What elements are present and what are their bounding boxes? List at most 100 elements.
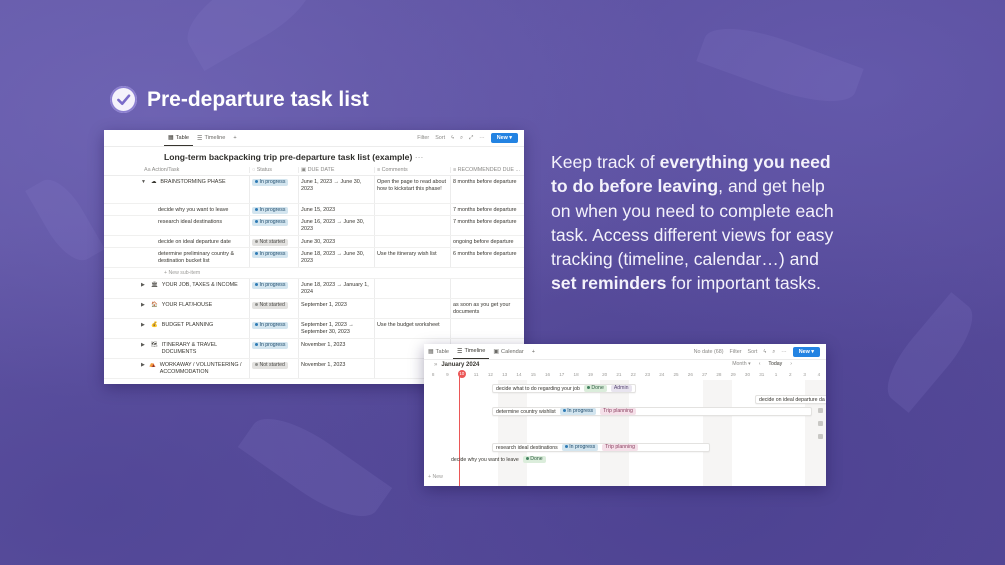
recommended-due[interactable]: 7 months before departure [450, 204, 520, 215]
status-badge[interactable]: In progress [252, 322, 289, 329]
offscreen-indicator-icon[interactable] [818, 421, 823, 426]
status-badge[interactable]: In progress [252, 251, 289, 258]
due-date[interactable]: June 18, 2023 → January 1, 2024 [298, 279, 374, 298]
status-badge[interactable]: In progress [252, 219, 289, 226]
tab-calendar[interactable]: ▣ Calendar [489, 344, 527, 359]
status-badge[interactable]: In progress [252, 342, 289, 349]
comment[interactable] [374, 279, 450, 298]
column-header[interactable]: ▣ DUE DATE [298, 167, 374, 173]
prev-icon[interactable]: ‹ [759, 361, 761, 367]
table-row[interactable]: ▶ 🏛 YOUR JOB, TAXES & INCOME In progress J… [104, 279, 524, 299]
due-date[interactable]: November 1, 2023 [298, 339, 374, 358]
status-badge[interactable]: Not started [252, 302, 288, 309]
due-date[interactable]: June 18, 2023 → June 30, 2023 [298, 248, 374, 267]
table-row[interactable]: ▼ ☁ BRAINSTORMING PHASE In progress June 1… [104, 176, 524, 204]
status-badge[interactable]: In progress [252, 282, 289, 289]
table-row[interactable]: determine preliminary country & destinat… [104, 248, 524, 268]
due-date[interactable]: June 16, 2023 → June 30, 2023 [298, 216, 374, 235]
recommended-due[interactable] [450, 279, 520, 298]
due-date[interactable]: September 1, 2023 → September 30, 2023 [298, 319, 374, 338]
scale-select[interactable]: Month ▾ [732, 361, 750, 367]
next-icon[interactable]: › [790, 361, 792, 367]
add-view-button[interactable]: + [528, 344, 539, 359]
due-date[interactable]: June 30, 2023 [298, 236, 374, 247]
recommended-due[interactable]: 6 months before departure [450, 248, 520, 267]
sort-button[interactable]: Sort [435, 135, 445, 141]
comment[interactable] [374, 299, 450, 318]
tab-table[interactable]: ▦ Table [424, 344, 453, 359]
task-name[interactable]: WORKAWAY / VOLUNTEERING / ACCOMMODATION [160, 362, 249, 378]
expand-arrow-icon[interactable]: ▶ [141, 322, 147, 338]
add-view-button[interactable]: + [229, 130, 240, 146]
timeline-bar[interactable]: decide why you want to leave Done [448, 455, 549, 464]
expand-arrow-icon[interactable]: ▼ [141, 179, 147, 203]
more-icon[interactable]: ··· [479, 135, 484, 141]
task-name[interactable]: BRAINSTORMING PHASE [160, 179, 225, 203]
table-row[interactable]: research ideal destinations In progress … [104, 216, 524, 236]
task-name[interactable]: research ideal destinations [158, 219, 222, 235]
expand-arrow-icon[interactable]: ▶ [141, 342, 147, 358]
more-icon[interactable]: ··· [415, 152, 424, 162]
due-date[interactable]: June 15, 2023 [298, 204, 374, 215]
tab-timeline[interactable]: ☰ Timeline [453, 344, 490, 359]
new-item-button[interactable]: + New [428, 474, 443, 480]
task-name[interactable]: decide on ideal departure date [158, 239, 231, 247]
status-badge[interactable]: Not started [252, 239, 288, 246]
table-row[interactable]: ▶ 🏠 YOUR FLAT/HOUSE Not started September … [104, 299, 524, 319]
recommended-due[interactable]: 7 months before departure [450, 216, 520, 235]
more-icon[interactable]: ··· [781, 349, 786, 355]
status-badge[interactable]: In progress [252, 207, 289, 214]
offscreen-indicator-icon[interactable] [818, 408, 823, 413]
filter-button[interactable]: Filter [417, 135, 429, 141]
column-header[interactable]: ≡ Comments [374, 167, 450, 173]
lightning-icon[interactable]: ϟ [451, 135, 454, 141]
task-name[interactable]: YOUR JOB, TAXES & INCOME [162, 282, 238, 298]
lightning-icon[interactable]: ϟ [763, 349, 766, 355]
search-icon[interactable]: ⌕ [772, 349, 775, 356]
recommended-due[interactable]: 8 months before departure [450, 176, 520, 203]
table-row[interactable]: ▶ 💰 BUDGET PLANNING In progress September … [104, 319, 524, 339]
status-badge[interactable]: In progress [252, 179, 289, 186]
expand-icon[interactable]: ⤢ [469, 135, 473, 142]
tab-timeline[interactable]: ☰ Timeline [193, 130, 229, 146]
timeline-bar[interactable]: decide on ideal departure da [755, 395, 826, 404]
offscreen-indicator-icon[interactable] [818, 434, 823, 439]
recommended-due[interactable] [450, 319, 520, 338]
table-row[interactable]: decide why you want to leave In progress… [104, 204, 524, 216]
task-name[interactable]: BUDGET PLANNING [162, 322, 213, 338]
task-name[interactable]: determine preliminary country & destinat… [158, 251, 249, 267]
recommended-due[interactable]: as soon as you get your documents [450, 299, 520, 318]
recommended-due[interactable]: ongoing before departure [450, 236, 520, 247]
new-button[interactable]: New ▾ [490, 133, 518, 143]
expand-arrow-icon[interactable]: ▶ [141, 282, 147, 298]
expand-arrow-icon[interactable]: ▶ [141, 302, 147, 318]
comment[interactable]: Use the itinerary wish list [374, 248, 450, 267]
timeline-bar[interactable]: determine country wishlist In progress T… [492, 407, 812, 416]
column-header[interactable]: ≡ RECOMMENDED DUE ... [450, 167, 520, 173]
column-header[interactable]: Aa Action/Task [104, 167, 249, 173]
new-sub-item-button[interactable]: + New sub-item [104, 268, 524, 279]
table-row[interactable]: decide on ideal departure date Not start… [104, 236, 524, 248]
comment[interactable] [374, 236, 450, 247]
no-date-button[interactable]: No date (68) [694, 349, 724, 355]
today-button[interactable]: Today [768, 361, 782, 367]
tab-table[interactable]: ▦ Table [164, 130, 194, 146]
task-name[interactable]: ITINERARY & TRAVEL DOCUMENTS [162, 342, 249, 358]
collapse-icon[interactable]: » [434, 362, 437, 368]
task-name[interactable]: YOUR FLAT/HOUSE [162, 302, 213, 318]
comment[interactable]: Open the page to read about how to kicks… [374, 176, 450, 203]
due-date[interactable]: November 1, 2023 [298, 359, 374, 378]
timeline-bar[interactable]: decide what to do regarding your job Don… [492, 384, 636, 393]
comment[interactable] [374, 204, 450, 215]
due-date[interactable]: September 1, 2023 [298, 299, 374, 318]
expand-arrow-icon[interactable]: ▶ [141, 362, 145, 378]
sort-button[interactable]: Sort [748, 349, 758, 355]
status-badge[interactable]: Not started [252, 362, 288, 369]
task-name[interactable]: decide why you want to leave [158, 207, 228, 215]
filter-button[interactable]: Filter [730, 349, 742, 355]
new-button[interactable]: New ▾ [792, 347, 820, 357]
timeline-bar[interactable]: research ideal destinations In progress … [492, 443, 710, 452]
comment[interactable]: Use the budget worksheet [374, 319, 450, 338]
column-header[interactable]: ◌ Status [249, 167, 298, 173]
due-date[interactable]: June 1, 2023 → June 30, 2023 [298, 176, 374, 203]
